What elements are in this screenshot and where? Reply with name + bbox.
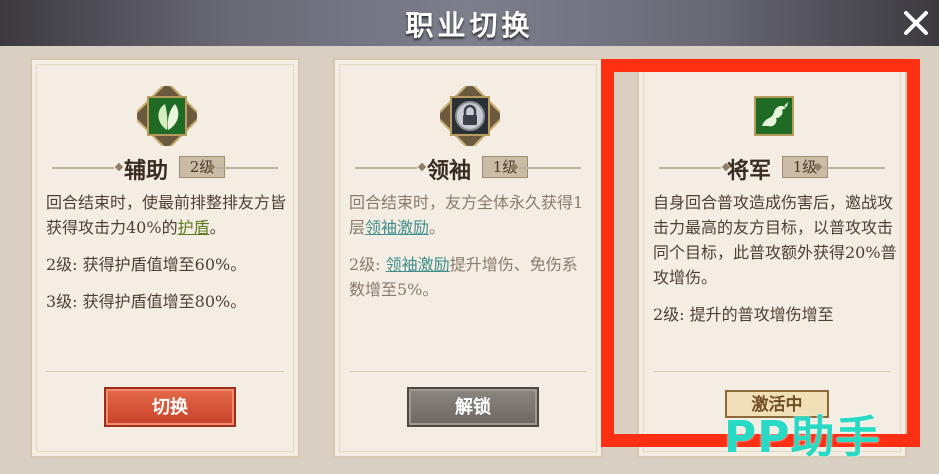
level3-text: 3级: 获得护盾值增至80%。 — [46, 292, 247, 311]
ornament-left — [659, 167, 721, 169]
class-card-leader: 领袖 1级 回合结束时，友方全体永久获得1层领袖激励。 2级: 领袖激励提升增伤… — [333, 58, 603, 458]
class-name: 辅助 — [124, 158, 169, 184]
class-description: 自身回合普攻造成伤害后，邀战攻击力最高的友方目标，以普攻攻击同个目标，此普攻额外… — [653, 190, 897, 370]
keyword-leader-inspire-link[interactable]: 领袖激励 — [365, 218, 429, 237]
divider — [653, 371, 891, 372]
unlock-button[interactable]: 解锁 — [407, 387, 539, 427]
class-name: 将军 — [727, 158, 772, 184]
class-description: 回合结束时，友方全体永久获得1层领袖激励。 2级: 领袖激励提升增伤、免伤系数增… — [349, 190, 593, 370]
ornament-right — [823, 167, 885, 169]
desc-text: 。 — [209, 218, 226, 237]
ornament-left — [355, 167, 417, 169]
dragon-icon — [744, 86, 804, 146]
ornament-left — [52, 167, 114, 169]
divider — [46, 371, 284, 372]
class-card-support: 辅助 2级 回合结束时，使最前排整排友方皆获得攻击力40%的护盾。 2级: 获得… — [30, 58, 300, 458]
level2-text: 2级: 提升的普攻增伤增至 — [653, 305, 834, 324]
desc-text: 自身回合普攻造成伤害后，邀战攻击力最高的友方目标，以普攻攻击同个目标，此普攻额外… — [653, 193, 897, 287]
keyword-leader-inspire-link[interactable]: 领袖激励 — [386, 255, 450, 274]
desc-text: 回合结束时，使最前排整排友方皆获得攻击力40%的 — [46, 193, 287, 237]
watermark-logo: PP助手 — [724, 412, 881, 463]
divider — [349, 371, 587, 372]
level2-prefix: 2级: — [349, 255, 386, 274]
title-bar: 职业切换 — [0, 0, 939, 46]
desc-text: 。 — [429, 218, 446, 237]
class-description: 回合结束时，使最前排整排友方皆获得攻击力40%的护盾。 2级: 获得护盾值增至6… — [46, 190, 290, 370]
ornament-right — [216, 167, 278, 169]
leaves-icon — [131, 80, 203, 152]
keyword-shield-link[interactable]: 护盾 — [178, 218, 210, 237]
lock-icon — [434, 80, 506, 152]
class-card-general: 将军 1级 自身回合普攻造成伤害后，邀战攻击力最高的友方目标，以普攻攻击同个目标… — [637, 58, 907, 458]
switch-button[interactable]: 切换 — [104, 387, 236, 427]
class-name: 领袖 — [427, 158, 472, 184]
ornament-right — [519, 167, 581, 169]
close-icon[interactable] — [899, 6, 933, 40]
page-title: 职业切换 — [405, 9, 534, 42]
level2-text: 2级: 获得护盾值增至60%。 — [46, 255, 247, 274]
